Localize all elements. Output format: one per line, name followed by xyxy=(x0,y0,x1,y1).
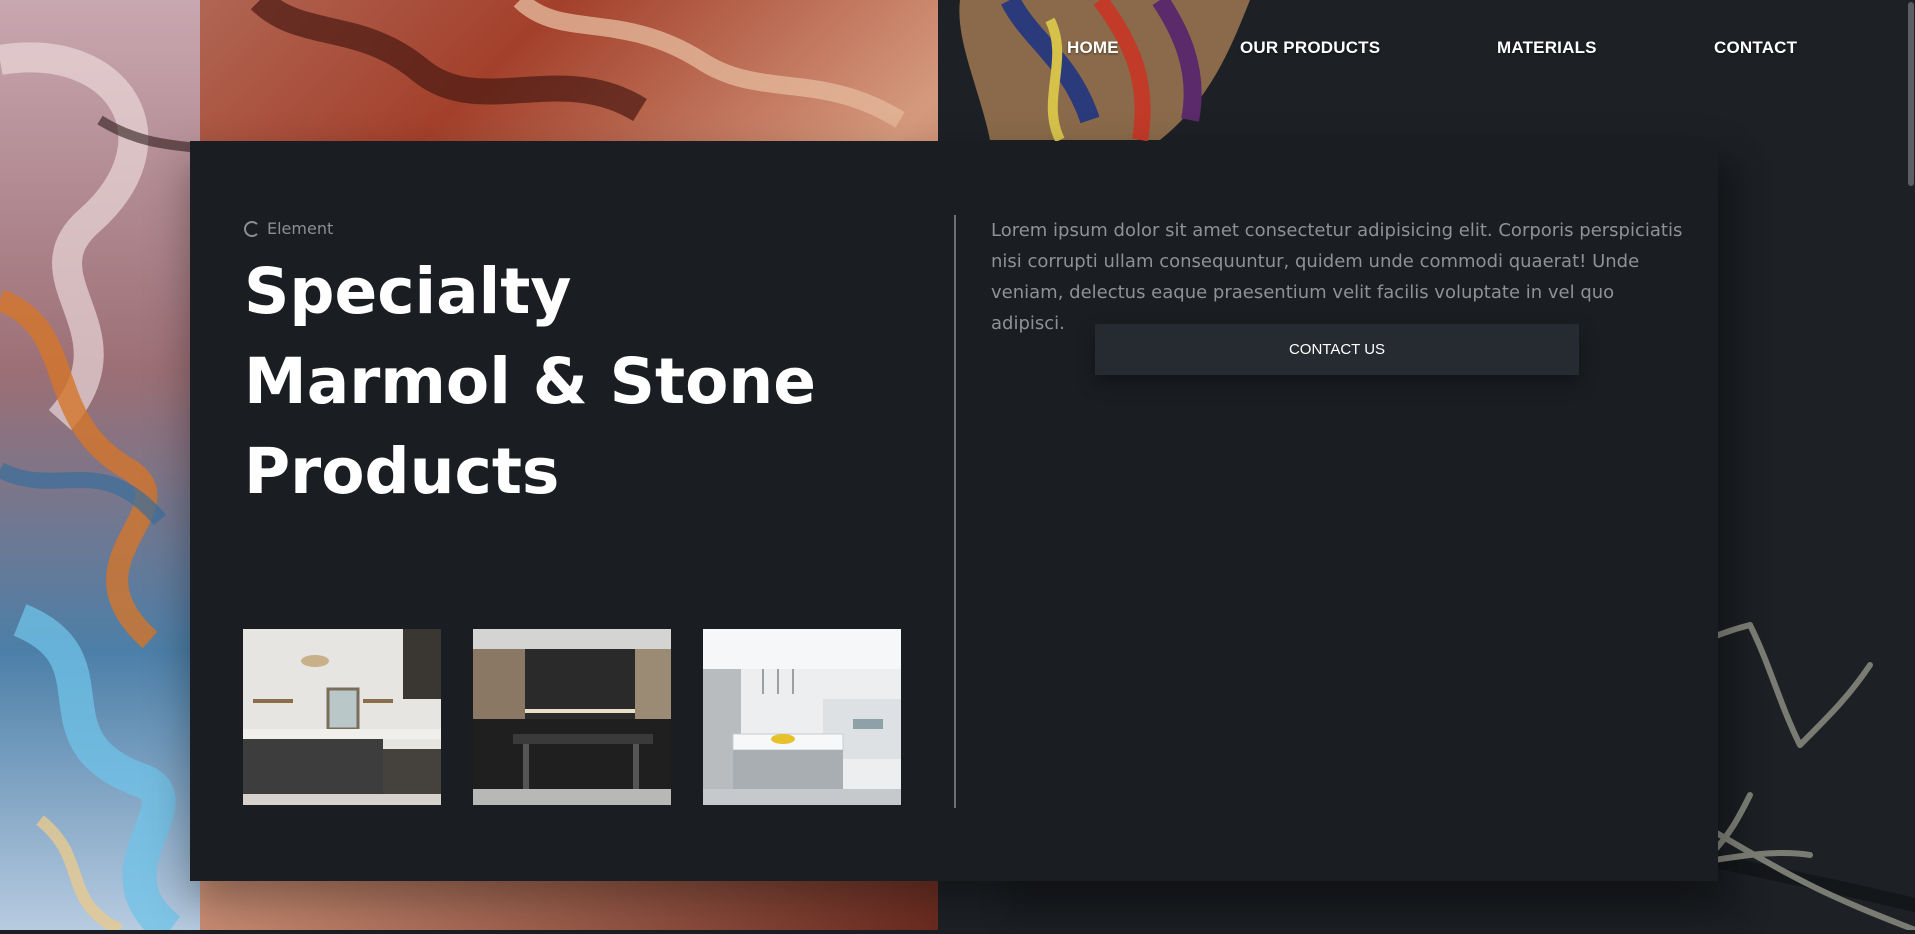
eyebrow: Element xyxy=(244,219,333,238)
nav-link-our-products[interactable]: OUR PRODUCTS xyxy=(1240,38,1380,58)
description-text: Lorem ipsum dolor sit amet consectetur a… xyxy=(991,220,1683,334)
nav-link-home[interactable]: HOME xyxy=(1067,38,1119,58)
title-line-2: Marmol & Stone xyxy=(244,345,816,418)
page-scrollbar[interactable] xyxy=(1907,0,1915,190)
vertical-divider xyxy=(954,215,956,808)
scrollbar-thumb[interactable] xyxy=(1908,2,1914,186)
gallery-image-kitchen-dark-island[interactable] xyxy=(473,629,671,805)
nav-link-contact[interactable]: CONTACT xyxy=(1714,38,1797,58)
marble-swirl-accent xyxy=(950,0,1260,145)
eyebrow-label: Element xyxy=(267,219,334,238)
page-title: Specialty Marmol & Stone Products xyxy=(244,247,884,517)
top-navigation: HOME OUR PRODUCTS MATERIALS CONTACT xyxy=(0,38,1915,68)
hero-card: Element Specialty Marmol & Stone Product… xyxy=(190,141,1718,881)
contact-us-button[interactable]: CONTACT US xyxy=(1095,324,1579,375)
title-line-3: Products xyxy=(244,435,560,508)
gallery-image-kitchen-white-marble-island[interactable] xyxy=(703,629,901,805)
loading-spinner-icon xyxy=(244,220,260,237)
nav-link-materials[interactable]: MATERIALS xyxy=(1497,38,1597,58)
gallery-image-kitchen-white-dark-cabinets[interactable] xyxy=(243,629,441,805)
title-line-1: Specialty xyxy=(244,255,572,328)
